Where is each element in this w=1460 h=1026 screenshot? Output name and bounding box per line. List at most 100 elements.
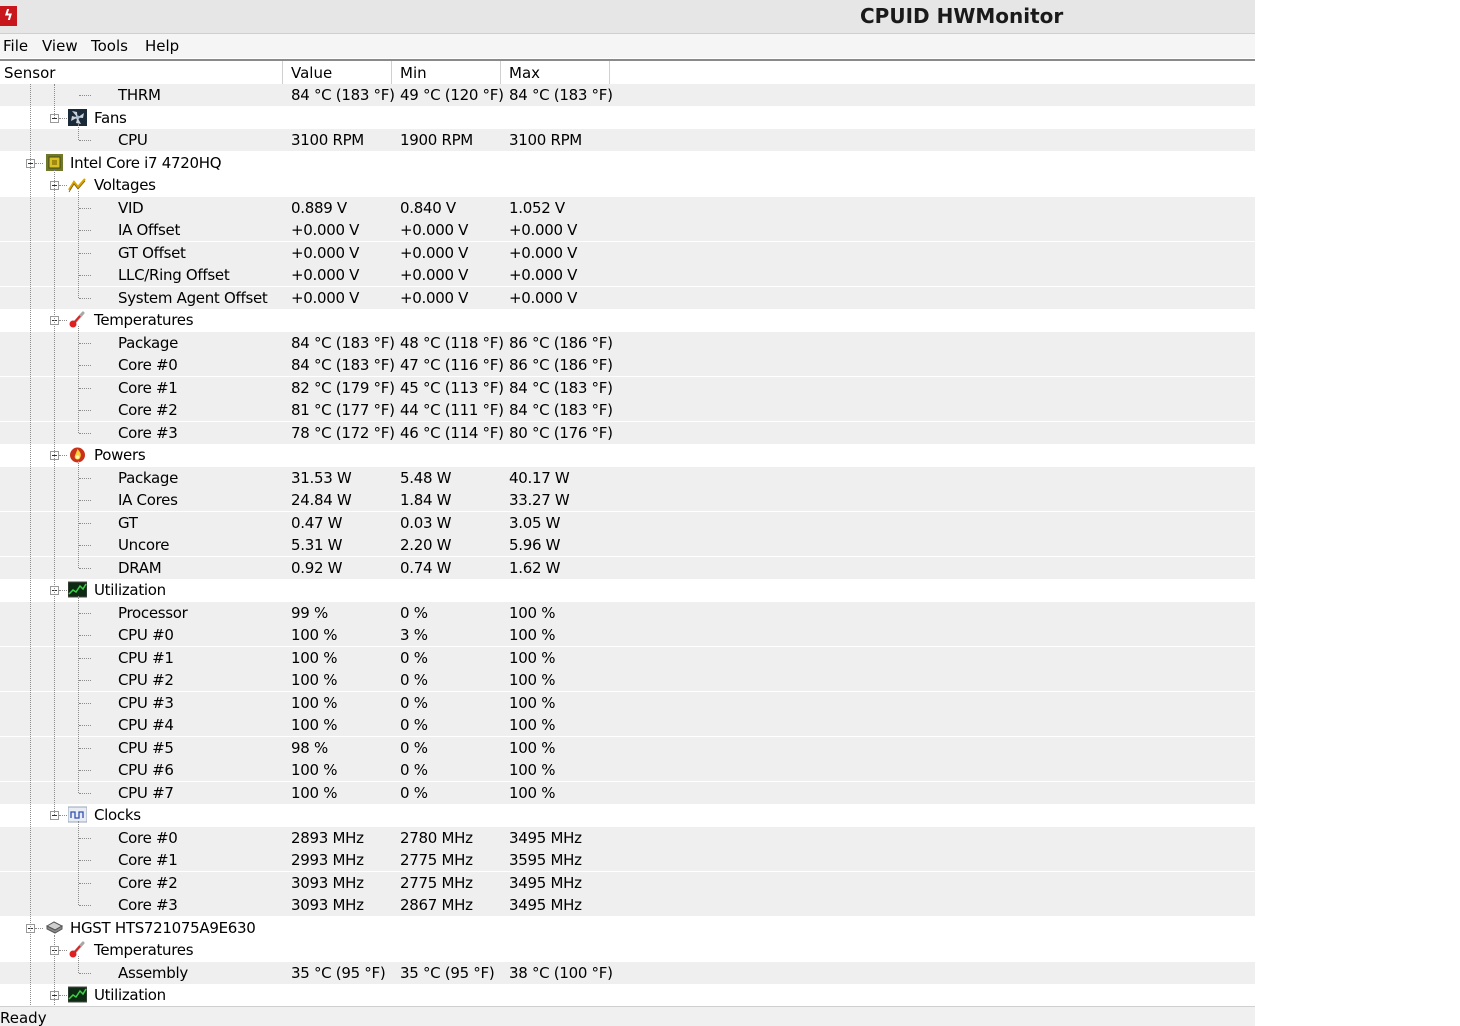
sensor-max: 86 °C (186 °F) <box>509 333 613 352</box>
sensor-label: CPU #7 <box>118 783 174 802</box>
sensor-label: Intel Core i7 4720HQ <box>70 153 222 172</box>
sensor-row[interactable]: Core #3 78 °C (172 °F) 46 °C (114 °F) 80 °C… <box>0 421 1255 444</box>
sensor-row[interactable]: Core #0 84 °C (183 °F) 47 °C (116 °F) 86 °C… <box>0 354 1255 376</box>
tree-guide-line <box>30 84 31 1006</box>
tree-connector <box>79 680 91 681</box>
sensor-min: 0 % <box>400 783 428 802</box>
sensor-row[interactable]: IA Offset +0.000 V +0.000 V +0.000 V <box>0 219 1255 241</box>
sensor-row[interactable]: Package 31.53 W 5.48 W 40.17 W <box>0 466 1255 489</box>
sensor-row[interactable]: DRAM 0.92 W 0.74 W 1.62 W <box>0 556 1255 579</box>
sensor-row[interactable]: Package 84 °C (183 °F) 48 °C (118 °F) 86 °C… <box>0 331 1255 354</box>
sensor-row[interactable]: CPU 3100 RPM 1900 RPM 3100 RPM <box>0 129 1255 151</box>
sensor-row[interactable]: IA Cores 24.84 W 1.84 W 33.27 W <box>0 489 1255 511</box>
tree-connector <box>79 905 91 906</box>
sensor-row[interactable]: Core #1 82 °C (179 °F) 45 °C (113 °F) 84 °C… <box>0 376 1255 399</box>
sensor-min: +0.000 V <box>400 221 469 239</box>
tree-group-intel-core-i7-4720hq[interactable]: Intel Core i7 4720HQ <box>0 152 1255 174</box>
menu-help[interactable]: Help <box>145 36 179 56</box>
sensor-row[interactable]: Assembly 35 °C (95 °F) 35 °C (95 °F) 38 °C … <box>0 961 1255 984</box>
sensor-max: 1.62 W <box>509 558 561 577</box>
sensor-row[interactable]: CPU #1 100 % 0 % 100 % <box>0 646 1255 669</box>
status-text: Ready <box>0 1009 47 1026</box>
column-min[interactable]: Min <box>392 61 501 85</box>
tree-group-utilization[interactable]: Utilization <box>0 984 1255 1006</box>
tree-group-fans[interactable]: Fans <box>0 107 1255 129</box>
sensor-row[interactable]: CPU #3 100 % 0 % 100 % <box>0 691 1255 714</box>
tree-connector <box>79 230 91 231</box>
sensor-row[interactable]: Core #0 2893 MHz 2780 MHz 3495 MHz <box>0 826 1255 849</box>
sensor-max: 1.052 V <box>509 198 565 217</box>
column-max[interactable]: Max <box>501 61 610 85</box>
sensor-row[interactable]: Processor 99 % 0 % 100 % <box>0 601 1255 624</box>
hwmonitor-app-icon[interactable]: ϟ <box>0 6 17 26</box>
sensor-label: VID <box>118 198 144 217</box>
tree-guide-line <box>78 326 79 433</box>
sensor-min: 2775 MHz <box>400 851 473 869</box>
sensor-row[interactable]: Core #1 2993 MHz 2775 MHz 3595 MHz <box>0 849 1255 871</box>
sensor-row[interactable]: CPU #5 98 % 0 % 100 % <box>0 736 1255 759</box>
sensor-row[interactable]: Core #2 81 °C (177 °F) 44 °C (111 °F) 84 °C… <box>0 399 1255 421</box>
sensor-label: Clocks <box>94 806 141 824</box>
sensor-row[interactable]: GT Offset +0.000 V +0.000 V +0.000 V <box>0 241 1255 264</box>
tree-group-temperatures[interactable]: Temperatures <box>0 309 1255 331</box>
sensor-row[interactable]: LLC/Ring Offset +0.000 V +0.000 V +0.000 V <box>0 264 1255 286</box>
sensor-max: 3495 MHz <box>509 828 582 847</box>
tree-connector <box>35 162 43 164</box>
sensor-tree[interactable]: THRM 84 °C (183 °F) 49 °C (120 °F) 84 °C (1… <box>0 84 1255 1006</box>
sensor-label: GT <box>118 513 138 532</box>
tree-connector <box>59 455 67 456</box>
sensor-row[interactable]: THRM 84 °C (183 °F) 49 °C (120 °F) 84 °C (1… <box>0 84 1255 106</box>
sensor-min: 44 °C (111 °F) <box>400 401 504 419</box>
sensor-row[interactable]: VID 0.889 V 0.840 V 1.052 V <box>0 196 1255 219</box>
tree-group-clocks[interactable]: Clocks <box>0 804 1255 826</box>
sensor-min: 1900 RPM <box>400 131 473 149</box>
column-sensor[interactable]: Sensor <box>0 61 283 85</box>
menu-file[interactable]: File <box>3 36 28 56</box>
sensor-row[interactable]: CPU #7 100 % 0 % 100 % <box>0 781 1255 804</box>
tree-connector <box>79 477 91 479</box>
sensor-label: Voltages <box>94 176 156 194</box>
sensor-max: +0.000 V <box>509 266 578 284</box>
tree-guide-line <box>78 596 79 793</box>
sensor-min: 0 % <box>400 648 428 667</box>
window-title: CPUID HWMonitor <box>860 4 1064 28</box>
sensor-max: 3.05 W <box>509 513 561 532</box>
sensor-row[interactable]: Core #2 3093 MHz 2775 MHz 3495 MHz <box>0 871 1255 894</box>
sensor-row[interactable]: System Agent Offset +0.000 V +0.000 V +0.00… <box>0 286 1255 309</box>
tree-group-hgst-hts721075a9e630[interactable]: HGST HTS721075A9E630 <box>0 917 1255 939</box>
sensor-min: 0 % <box>400 761 428 779</box>
tree-connector <box>59 995 67 996</box>
sensor-min: 49 °C (120 °F) <box>400 86 504 104</box>
tree-connector <box>79 567 91 569</box>
sensor-row[interactable]: CPU #2 100 % 0 % 100 % <box>0 669 1255 691</box>
sensor-label: Core #1 <box>118 378 178 397</box>
column-value[interactable]: Value <box>283 61 392 85</box>
tree-group-powers[interactable]: Powers <box>0 444 1255 466</box>
sensor-row[interactable]: CPU #6 100 % 0 % 100 % <box>0 759 1255 781</box>
menu-tools[interactable]: Tools <box>91 36 128 56</box>
sensor-label: DRAM <box>118 558 162 577</box>
sensor-label: Temperatures <box>94 941 194 959</box>
sensor-min: 47 °C (116 °F) <box>400 356 504 374</box>
tree-group-voltages[interactable]: Voltages <box>0 174 1255 196</box>
sensor-label: Utilization <box>94 986 166 1004</box>
sensor-row[interactable]: GT 0.47 W 0.03 W 3.05 W <box>0 511 1255 534</box>
sensor-min: 0.840 V <box>400 198 456 217</box>
sensor-label: Package <box>118 333 179 352</box>
sensor-row[interactable]: Uncore 5.31 W 2.20 W 5.96 W <box>0 534 1255 556</box>
sensor-min: 0 % <box>400 603 428 622</box>
sensor-min: 46 °C (114 °F) <box>400 423 504 442</box>
tree-connector <box>79 410 91 411</box>
sensor-row[interactable]: CPU #0 100 % 3 % 100 % <box>0 624 1255 646</box>
sensor-row[interactable]: CPU #4 100 % 0 % 100 % <box>0 714 1255 736</box>
sensor-row[interactable]: Core #3 3093 MHz 2867 MHz 3495 MHz <box>0 894 1255 916</box>
sensor-max: +0.000 V <box>509 221 578 239</box>
sensor-value: 24.84 W <box>291 491 352 509</box>
tree-group-temperatures[interactable]: Temperatures <box>0 939 1255 961</box>
sensor-max: 100 % <box>509 716 556 734</box>
menu-view[interactable]: View <box>42 36 78 56</box>
sensor-value: 2993 MHz <box>291 851 364 869</box>
tree-group-utilization[interactable]: Utilization <box>0 579 1255 601</box>
sensor-label: CPU #6 <box>118 761 174 779</box>
sensor-label: Core #0 <box>118 356 178 374</box>
